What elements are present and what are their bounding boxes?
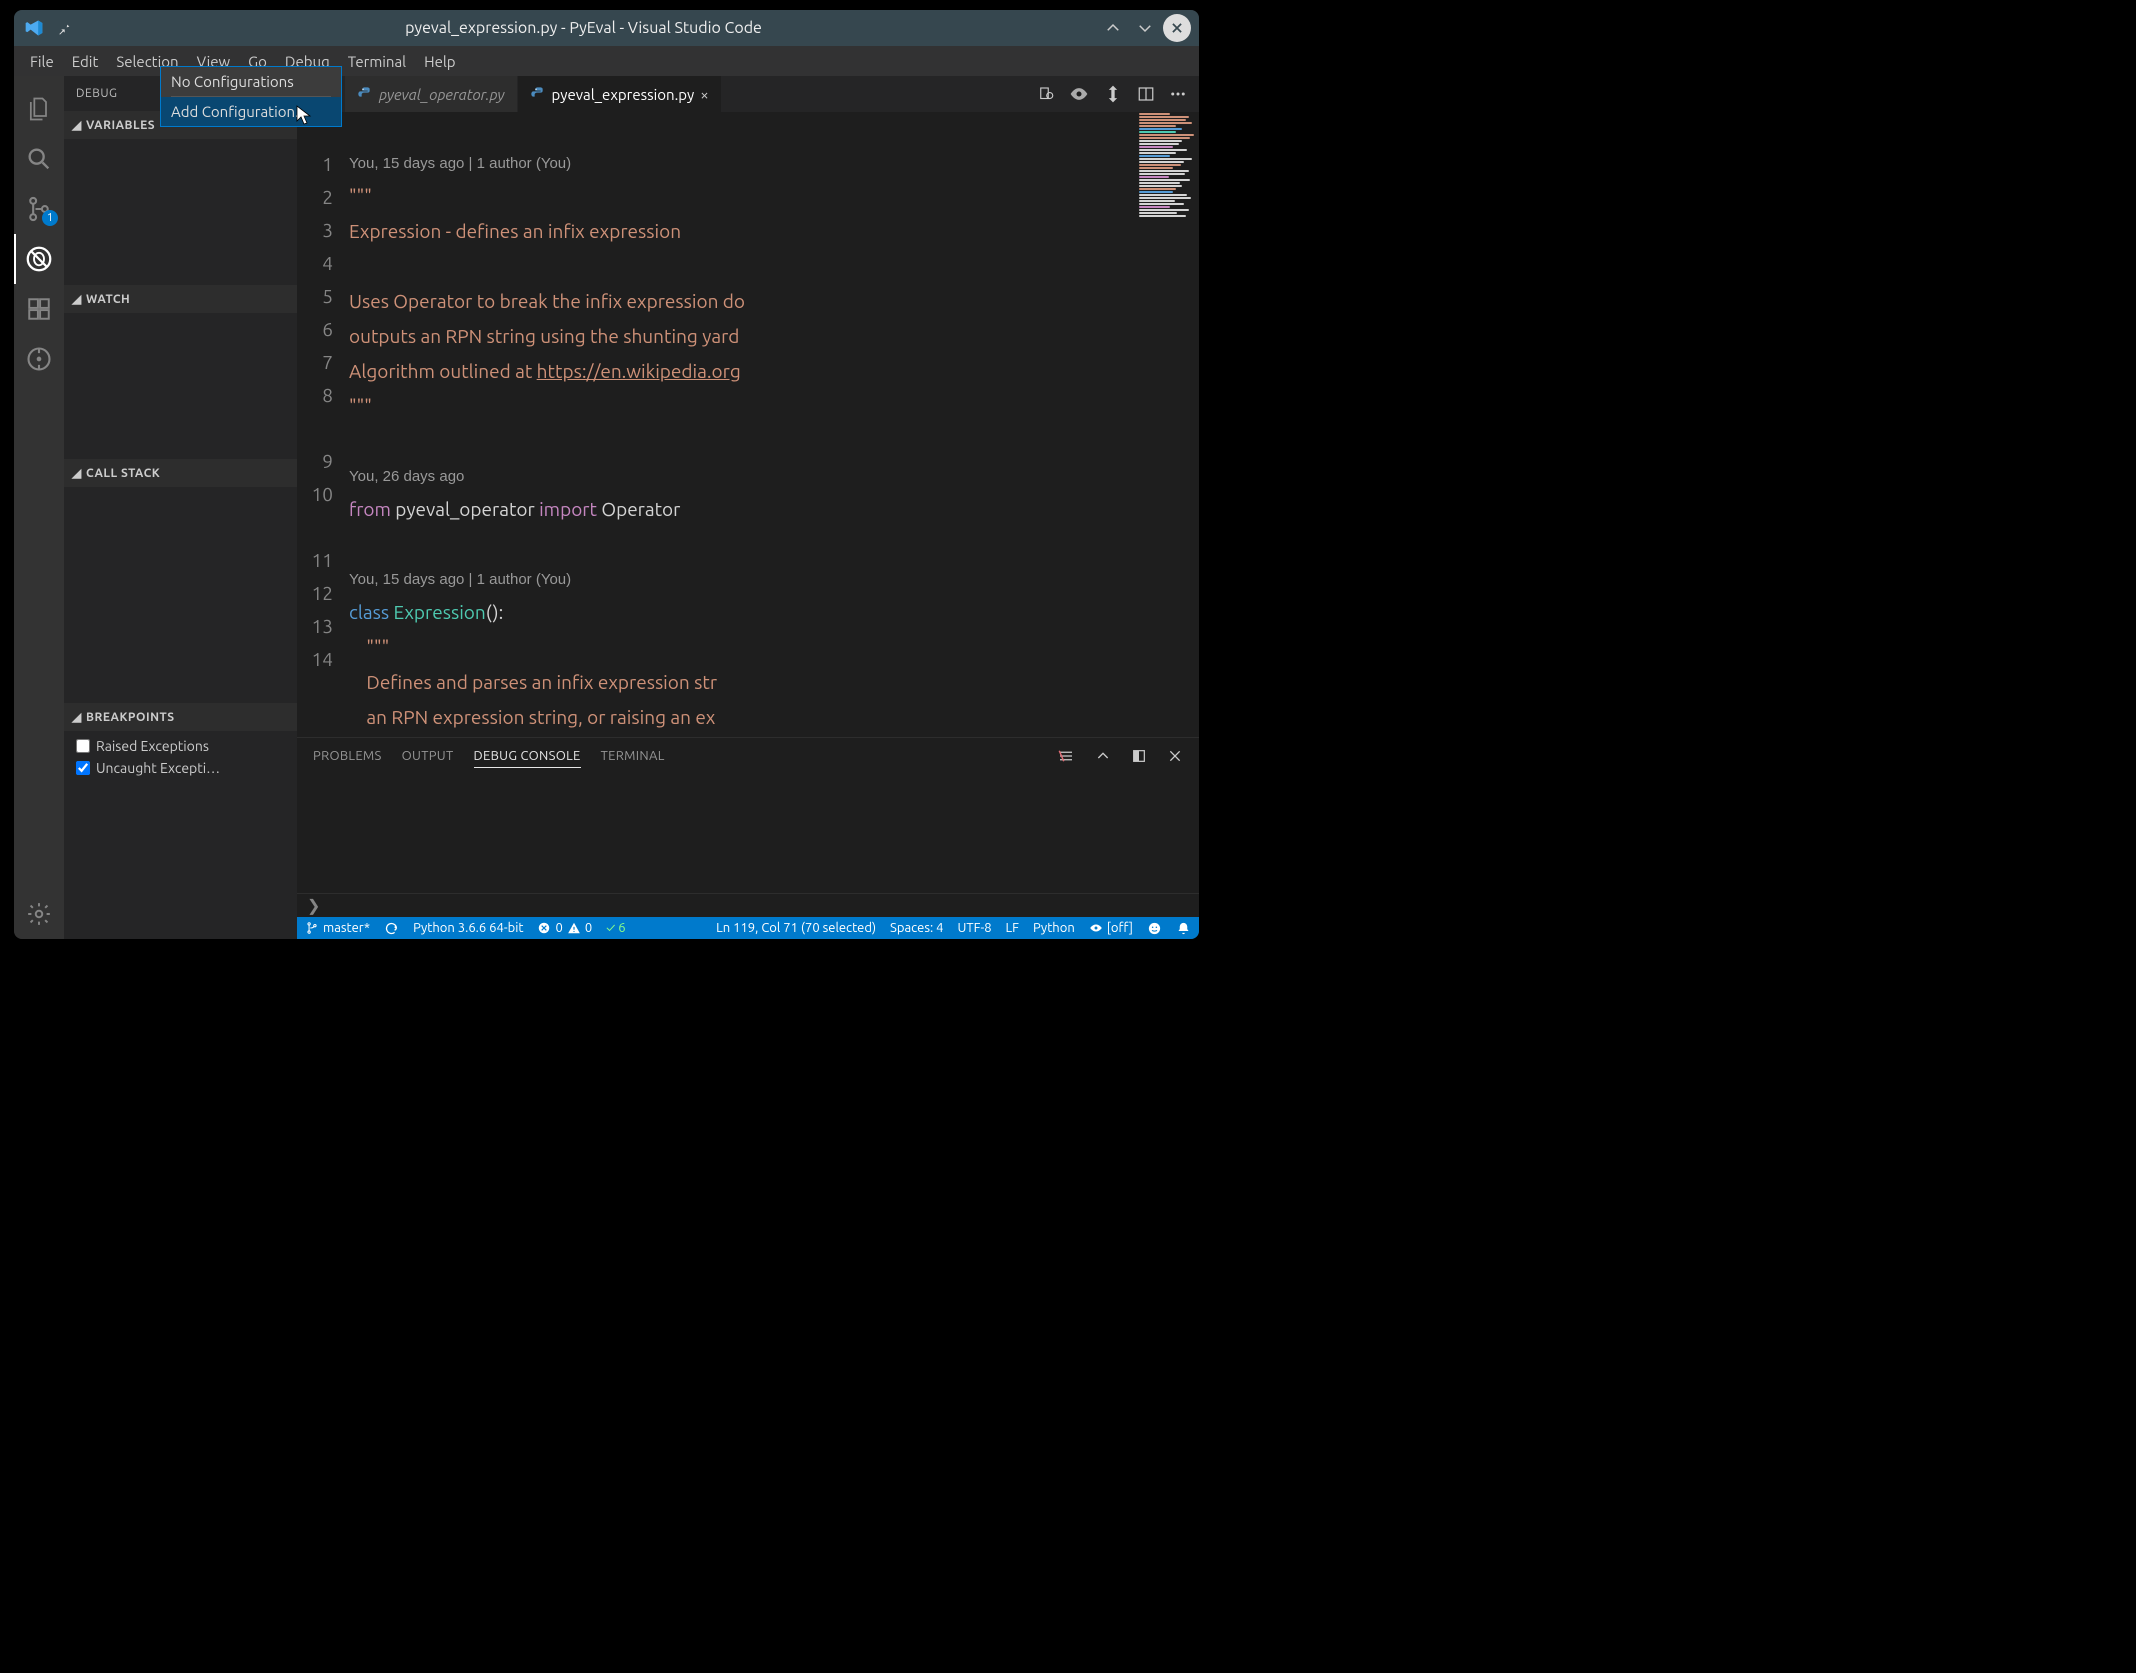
menu-edit[interactable]: Edit bbox=[64, 50, 107, 73]
status-problems[interactable]: 0 0 bbox=[537, 921, 592, 935]
codelens[interactable]: You, 15 days ago | 1 author (You) bbox=[349, 571, 571, 588]
status-python[interactable]: Python 3.6.6 64-bit bbox=[413, 921, 523, 935]
breakpoint-checkbox[interactable] bbox=[76, 761, 90, 775]
debug-console-body[interactable] bbox=[297, 774, 1199, 893]
variables-body bbox=[64, 139, 297, 285]
status-notifications-icon[interactable] bbox=[1176, 921, 1191, 936]
tab-label: pyeval_expression.py bbox=[552, 86, 695, 103]
status-language[interactable]: Python bbox=[1033, 921, 1075, 935]
status-sync-icon[interactable] bbox=[384, 921, 399, 936]
titlebar: pyeval_expression.py - PyEval - Visual S… bbox=[14, 10, 1199, 46]
line-gutter: 1 2 3 4 5 6 7 8 9 10 11 12 13 14 bbox=[297, 112, 349, 737]
section-variables-label: VARIABLES bbox=[86, 119, 155, 132]
section-breakpoints-label: BREAKPOINTS bbox=[86, 711, 175, 724]
editor-body[interactable]: 1 2 3 4 5 6 7 8 9 10 11 12 13 14 bbox=[297, 112, 1199, 737]
collapse-panel-icon[interactable] bbox=[1095, 748, 1111, 764]
editor-area: pyeval_operator.py pyeval_expression.py … bbox=[297, 76, 1199, 939]
status-encoding[interactable]: UTF-8 bbox=[957, 921, 991, 935]
panel-tab-debugconsole[interactable]: DEBUG CONSOLE bbox=[474, 745, 581, 768]
search-icon[interactable] bbox=[14, 134, 64, 184]
panel-tabs: PROBLEMS OUTPUT DEBUG CONSOLE TERMINAL bbox=[297, 738, 1199, 774]
debug-sidebar: DEBUG ◢VARIABLES bbox=[64, 76, 297, 939]
vscode-window: pyeval_expression.py - PyEval - Visual S… bbox=[14, 10, 1199, 939]
section-callstack[interactable]: ◢CALL STACK bbox=[64, 459, 297, 487]
activitybar: 1 bbox=[14, 76, 64, 939]
codelens[interactable]: You, 15 days ago | 1 author (You) bbox=[349, 155, 571, 172]
section-breakpoints[interactable]: ◢BREAKPOINTS bbox=[64, 703, 297, 731]
workbench-body: 1 DEBUG bbox=[14, 76, 1199, 939]
panel-tab-problems[interactable]: PROBLEMS bbox=[313, 745, 382, 767]
clear-console-icon[interactable] bbox=[1057, 747, 1075, 765]
gitlens-icon[interactable] bbox=[14, 334, 64, 384]
tab-close-icon[interactable]: × bbox=[700, 86, 708, 103]
menu-file[interactable]: File bbox=[22, 50, 62, 73]
gitlens-compare-icon[interactable] bbox=[1103, 84, 1123, 104]
settings-gear-icon[interactable] bbox=[14, 889, 64, 939]
gitlens-toggle-icon[interactable] bbox=[1037, 85, 1055, 103]
status-liveshare[interactable]: [off] bbox=[1089, 921, 1133, 935]
editor-tab-actions bbox=[1025, 76, 1199, 112]
scm-badge: 1 bbox=[42, 210, 58, 226]
bottom-panel: PROBLEMS OUTPUT DEBUG CONSOLE TERMINAL ❯ bbox=[297, 737, 1199, 917]
status-feedback-icon[interactable] bbox=[1147, 921, 1162, 936]
maximize-button[interactable] bbox=[1131, 14, 1159, 42]
tab-pyeval-expression[interactable]: pyeval_expression.py × bbox=[518, 76, 722, 112]
status-indentation[interactable]: Spaces: 4 bbox=[890, 921, 943, 935]
callstack-body bbox=[64, 487, 297, 703]
editor-tabs: pyeval_operator.py pyeval_expression.py … bbox=[297, 76, 1199, 112]
dropdown-no-configurations[interactable]: No Configurations bbox=[161, 67, 341, 96]
status-cursor-position[interactable]: Ln 119, Col 71 (70 selected) bbox=[716, 921, 876, 935]
debug-icon[interactable] bbox=[14, 234, 64, 284]
split-editor-icon[interactable] bbox=[1137, 85, 1155, 103]
breakpoints-body: Raised Exceptions Uncaught Excepti… bbox=[64, 731, 297, 783]
section-watch[interactable]: ◢WATCH bbox=[64, 285, 297, 313]
breakpoint-label: Raised Exceptions bbox=[96, 738, 209, 754]
code-content[interactable]: You, 15 days ago | 1 author (You) """ Ex… bbox=[349, 112, 1199, 737]
breakpoint-raised-exceptions[interactable]: Raised Exceptions bbox=[72, 735, 289, 757]
watch-body bbox=[64, 313, 297, 459]
close-button[interactable] bbox=[1163, 14, 1191, 42]
scm-icon[interactable]: 1 bbox=[14, 184, 64, 234]
extensions-icon[interactable] bbox=[14, 284, 64, 334]
breakpoint-uncaught-exceptions[interactable]: Uncaught Excepti… bbox=[72, 757, 289, 779]
panel-tab-terminal[interactable]: TERMINAL bbox=[601, 745, 665, 767]
statusbar: master* Python 3.6.6 64-bit 0 0 ✓ 6 Ln 1… bbox=[297, 917, 1199, 939]
window-title: pyeval_expression.py - PyEval - Visual S… bbox=[72, 19, 1095, 37]
prompt-icon: ❯ bbox=[307, 896, 320, 915]
gitlens-blame-icon[interactable] bbox=[1069, 84, 1089, 104]
tab-label: pyeval_operator.py bbox=[379, 86, 505, 103]
pin-icon[interactable] bbox=[56, 20, 72, 36]
maximize-panel-icon[interactable] bbox=[1131, 748, 1147, 764]
panel-tab-output[interactable]: OUTPUT bbox=[402, 745, 454, 767]
menu-terminal[interactable]: Terminal bbox=[340, 50, 414, 73]
python-file-icon bbox=[530, 86, 546, 102]
status-branch[interactable]: master* bbox=[305, 921, 370, 935]
python-file-icon bbox=[357, 86, 373, 102]
minimap[interactable] bbox=[1137, 112, 1199, 737]
breakpoint-checkbox[interactable] bbox=[76, 739, 90, 753]
more-actions-icon[interactable] bbox=[1169, 85, 1187, 103]
menu-help[interactable]: Help bbox=[416, 50, 463, 73]
explorer-icon[interactable] bbox=[14, 84, 64, 134]
status-tests[interactable]: ✓ 6 bbox=[606, 921, 625, 935]
close-panel-icon[interactable] bbox=[1167, 748, 1183, 764]
dropdown-add-configuration[interactable]: Add Configuration... bbox=[161, 97, 341, 126]
vscode-logo-icon bbox=[22, 16, 46, 40]
status-eol[interactable]: LF bbox=[1006, 921, 1019, 935]
debug-console-input[interactable]: ❯ bbox=[297, 893, 1199, 917]
section-watch-label: WATCH bbox=[86, 293, 130, 306]
config-dropdown: No Configurations Add Configuration... bbox=[160, 66, 342, 127]
minimize-button[interactable] bbox=[1099, 14, 1127, 42]
section-callstack-label: CALL STACK bbox=[86, 467, 160, 480]
tab-pyeval-operator[interactable]: pyeval_operator.py bbox=[345, 76, 518, 112]
codelens[interactable]: You, 26 days ago bbox=[349, 468, 464, 485]
breakpoint-label: Uncaught Excepti… bbox=[96, 760, 220, 776]
